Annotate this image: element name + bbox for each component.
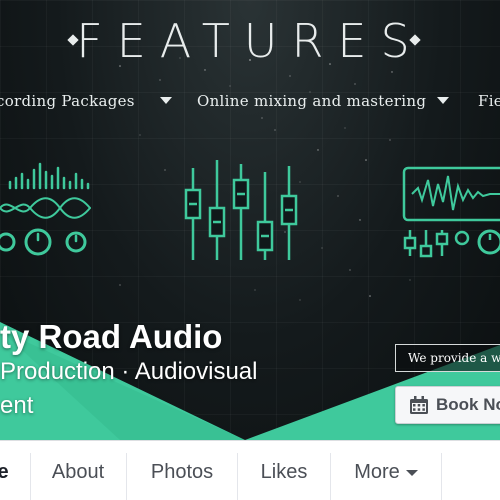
chevron-down-icon — [405, 469, 418, 476]
cover-photo[interactable]: FEATURES cording Packages Online mixing … — [0, 0, 500, 440]
page-tabs: e About Photos Likes More — [0, 440, 500, 500]
calendar-icon — [410, 396, 428, 414]
page-category[interactable]: Production · Audiovisual — [0, 358, 257, 386]
tab-photos[interactable]: Photos — [127, 441, 237, 500]
tab-more-label: More — [354, 461, 400, 483]
promo-banner[interactable]: We provide a wid — [395, 344, 500, 372]
tab-divider — [441, 453, 442, 500]
page-category-continued[interactable]: ent — [0, 392, 33, 420]
tab-about[interactable]: About — [31, 441, 125, 500]
tab-likes[interactable]: Likes — [238, 441, 330, 500]
book-now-label: Book No — [436, 395, 500, 414]
tab-home[interactable]: e — [0, 441, 14, 500]
book-now-button[interactable]: Book No — [395, 386, 500, 424]
tab-more[interactable]: More — [331, 441, 441, 500]
page-title: ty Road Audio — [0, 318, 223, 355]
